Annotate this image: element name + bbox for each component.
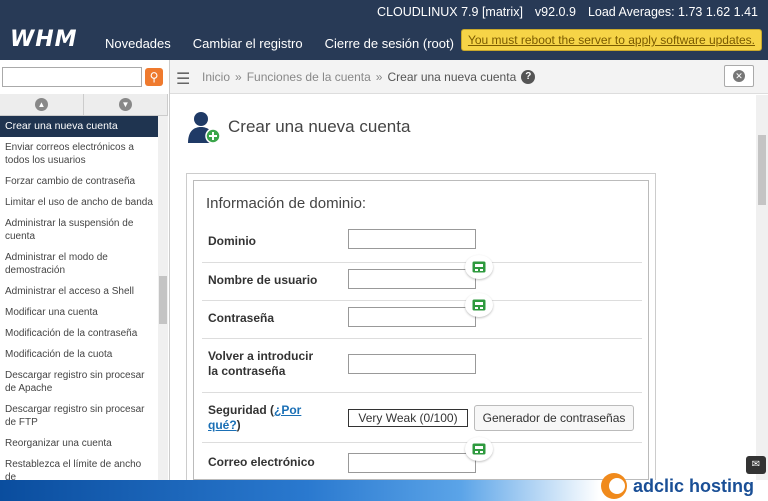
load-averages: Load Averages: 1.73 1.62 1.41 — [587, 5, 758, 19]
close-icon: ✕ — [733, 70, 745, 82]
sidebar-scroll-controls: ▲ ▼ — [0, 94, 168, 116]
whm-logo[interactable]: WHM — [10, 27, 78, 52]
breadcrumb-separator: » — [235, 70, 242, 84]
confirm-password-label-line2: la contraseña — [208, 364, 286, 378]
domain-row: Dominio — [202, 225, 642, 263]
scroll-up-button[interactable]: ▲ — [0, 94, 84, 115]
sidebar-search-input[interactable] — [2, 67, 142, 87]
password-strength-meter: Very Weak (0/100) — [348, 409, 468, 427]
username-row: Nombre de usuario — [202, 255, 642, 301]
email-generator-icon[interactable] — [465, 437, 493, 461]
main-scrollbar-thumb[interactable] — [758, 135, 766, 205]
breadcrumb-separator: » — [375, 70, 383, 84]
search-icon[interactable]: ⚲ — [145, 68, 163, 86]
password-label: Contraseña — [208, 311, 275, 325]
domain-input[interactable] — [348, 229, 476, 249]
main-content: Crear una nueva cuenta Información de do… — [170, 95, 756, 483]
sidebar-scrollbar[interactable] — [158, 116, 168, 480]
password-generator-icon[interactable] — [465, 293, 493, 317]
username-input[interactable] — [348, 269, 476, 289]
sidebar: ⚲ ▲ ▼ Crear una nueva cuenta Enviar corr… — [0, 60, 170, 483]
sidebar-item-modify-quota[interactable]: Modificación de la cuota — [0, 344, 158, 365]
strength-label-suffix: ) — [236, 418, 241, 432]
breadcrumb-home[interactable]: Inicio — [202, 70, 230, 84]
confirm-password-label: Volver a introducir la contraseña — [208, 349, 313, 379]
email-label: Correo electrónico — [208, 455, 315, 469]
sidebar-item-limit-bandwidth[interactable]: Limitar el uso de ancho de banda — [0, 192, 158, 213]
sidebar-item-force-password-change[interactable]: Forzar cambio de contraseña — [0, 171, 158, 192]
sidebar-search: ⚲ — [0, 64, 168, 90]
chevron-up-icon: ▲ — [35, 98, 48, 111]
domain-info-panel: Información de dominio: Dominio Nombre d… — [186, 173, 656, 483]
menu-toggle-icon[interactable]: ☰ — [176, 69, 190, 89]
section-title: Información de dominio: — [206, 195, 367, 212]
password-input[interactable] — [348, 307, 476, 327]
adclic-logo-icon — [600, 473, 627, 499]
sidebar-item-manage-shell[interactable]: Administrar el acceso a Shell — [0, 281, 158, 302]
email-input[interactable] — [348, 453, 476, 473]
help-icon[interactable]: ? — [521, 70, 536, 84]
password-generator-button[interactable]: Generador de contraseñas — [474, 405, 634, 431]
sidebar-item-email-all-users[interactable]: Enviar correos electrónicos a todos los … — [0, 137, 158, 171]
top-header: WHM Novedades Cambiar el registro Cierre… — [0, 0, 768, 60]
scroll-down-button[interactable]: ▼ — [84, 94, 168, 115]
brand-logo: adclic hosting — [600, 473, 754, 499]
sidebar-menu: Crear una nueva cuenta Enviar correos el… — [0, 116, 158, 488]
sidebar-item-rearrange-account[interactable]: Reorganizar una cuenta — [0, 433, 158, 454]
email-row: Correo electrónico — [202, 437, 642, 479]
sidebar-item-create-account[interactable]: Crear una nueva cuenta — [0, 116, 158, 137]
strength-label-prefix: Seguridad ( — [208, 403, 275, 417]
confirm-password-row: Volver a introducir la contraseña — [202, 339, 642, 393]
strength-row: Seguridad (¿Por qué?) Very Weak (0/100) … — [202, 393, 642, 443]
confirm-password-label-line1: Volver a introducir — [208, 349, 314, 363]
password-row: Contraseña — [202, 293, 642, 339]
add-user-icon — [188, 112, 221, 144]
why-link-cont[interactable]: qué? — [208, 418, 237, 432]
username-label: Nombre de usuario — [208, 273, 318, 287]
sidebar-item-modify-password[interactable]: Modificación de la contraseña — [0, 323, 158, 344]
breadcrumb-current: Crear una nueva cuenta — [387, 70, 517, 84]
server-name: CLOUDLINUX 7.9 [matrix] — [377, 5, 523, 19]
top-nav: Novedades Cambiar el registro Cierre de … — [105, 36, 454, 51]
main-scrollbar[interactable] — [756, 95, 768, 480]
domain-label: Dominio — [208, 234, 256, 248]
nav-logout[interactable]: Cierre de sesión (root) — [325, 36, 454, 51]
nav-change-log[interactable]: Cambiar el registro — [193, 36, 303, 51]
why-link[interactable]: ¿Por — [274, 403, 301, 417]
strength-label: Seguridad (¿Por qué?) — [208, 403, 301, 433]
sidebar-item-manage-demo-mode[interactable]: Administrar el modo de demostración — [0, 247, 158, 281]
chevron-down-icon: ▼ — [119, 98, 132, 111]
domain-info-inner: Información de dominio: Dominio Nombre d… — [193, 180, 649, 480]
confirm-password-input[interactable] — [348, 354, 476, 374]
sidebar-item-apache-raw-log[interactable]: Descargar registro sin procesar de Apach… — [0, 365, 158, 399]
sidebar-scrollbar-thumb[interactable] — [159, 276, 167, 324]
server-info: CLOUDLINUX 7.9 [matrix] v92.0.9 Load Ave… — [377, 5, 758, 19]
breadcrumb: Inicio » Funciones de la cuenta » Crear … — [202, 70, 536, 84]
page-title: Crear una nueva cuenta — [228, 117, 411, 136]
sidebar-item-modify-account[interactable]: Modificar una cuenta — [0, 302, 158, 323]
breadcrumb-section[interactable]: Funciones de la cuenta — [247, 70, 371, 84]
nav-novedades[interactable]: Novedades — [105, 36, 171, 51]
brand-name: adclic hosting — [632, 475, 754, 496]
breadcrumb-bar: ☰ Inicio » Funciones de la cuenta » Crea… — [170, 60, 768, 94]
reboot-notice-link[interactable]: You must reboot the server to apply soft… — [460, 29, 762, 51]
sidebar-item-ftp-raw-log[interactable]: Descargar registro sin procesar de FTP — [0, 399, 158, 433]
chat-icon[interactable]: ✉ — [746, 456, 766, 474]
server-version: v92.0.9 — [534, 5, 576, 19]
username-generator-icon[interactable] — [465, 255, 493, 279]
close-button[interactable]: ✕ — [724, 65, 754, 87]
sidebar-item-manage-suspension[interactable]: Administrar la suspensión de cuenta — [0, 213, 158, 247]
